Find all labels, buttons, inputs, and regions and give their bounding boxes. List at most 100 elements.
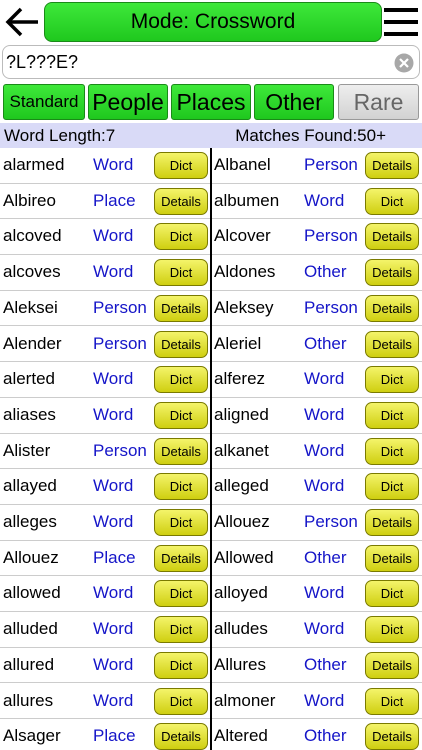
result-right-cell: Aleriel Other Details	[211, 327, 422, 362]
result-word: Allouez	[3, 547, 59, 567]
details-button[interactable]: Details	[365, 152, 419, 179]
dict-button[interactable]: Dict	[365, 580, 419, 608]
details-button[interactable]: Details	[154, 544, 208, 572]
result-right-cell: Altered Other Details	[211, 719, 422, 750]
dict-button[interactable]: Dict	[154, 616, 208, 644]
result-left-cell: Albireo Place Details	[0, 184, 211, 219]
details-button[interactable]: Details	[365, 651, 419, 679]
dict-button[interactable]: Dict	[154, 509, 208, 536]
dict-button[interactable]: Dict	[154, 366, 208, 394]
result-type: Person	[93, 333, 147, 353]
filter-places-button[interactable]: Places	[171, 84, 251, 120]
filter-other-button[interactable]: Other	[254, 84, 334, 120]
filter-people-button[interactable]: People	[88, 84, 168, 120]
result-right-cell: alleged Word Dict	[211, 469, 422, 504]
column-divider	[210, 148, 212, 750]
result-type: Word	[93, 262, 134, 282]
result-right-cell: Aleksey Person Details	[211, 291, 422, 326]
result-word: Allouez	[214, 512, 270, 531]
result-type: Person	[304, 512, 358, 531]
result-right-cell: Allowed Other Details	[211, 541, 422, 576]
details-button[interactable]: Details	[154, 294, 208, 322]
result-word: alleges	[3, 512, 57, 531]
result-type: Word	[304, 369, 345, 389]
dict-button[interactable]: Dict	[365, 401, 419, 429]
result-left-cell: Alsager Place Details	[0, 719, 211, 750]
details-button[interactable]: Details	[365, 294, 419, 322]
result-word: alkanet	[214, 440, 269, 460]
result-type: Word	[304, 404, 345, 424]
result-word: Aleriel	[214, 333, 262, 353]
details-button[interactable]: Details	[154, 437, 208, 465]
result-word: alferez	[214, 369, 266, 389]
result-word: alleged	[214, 476, 269, 496]
result-word: Aleksei	[3, 297, 58, 317]
details-button[interactable]: Details	[365, 223, 419, 251]
result-left-cell: alcoves Word Dict	[0, 255, 211, 290]
filter-bar: Standard People Places Other Rare	[0, 84, 422, 120]
result-type: Word	[93, 155, 134, 174]
result-type: Other	[304, 333, 347, 353]
result-type: Person	[93, 440, 147, 460]
dict-button[interactable]: Dict	[365, 473, 419, 501]
result-word: almoner	[214, 690, 276, 710]
hamburger-menu-icon[interactable]	[384, 6, 418, 38]
result-word: albumen	[214, 190, 280, 210]
details-button[interactable]: Details	[154, 187, 208, 215]
result-left-cell: Alender Person Details	[0, 327, 211, 362]
result-type: Word	[304, 690, 345, 710]
result-left-cell: alarmed Word Dict	[0, 148, 211, 183]
result-left-cell: Allouez Place Details	[0, 541, 211, 576]
top-bar: Mode: Crossword	[0, 0, 422, 44]
result-right-cell: Albanel Person Details	[211, 148, 422, 183]
filter-rare-button[interactable]: Rare	[338, 84, 419, 120]
dict-button[interactable]: Dict	[154, 473, 208, 501]
result-word: Alender	[3, 333, 62, 353]
details-button[interactable]: Details	[365, 259, 419, 287]
result-type: Person	[93, 297, 147, 317]
result-left-cell: alerted Word Dict	[0, 362, 211, 397]
dict-button[interactable]: Dict	[154, 687, 208, 715]
result-right-cell: albumen Word Dict	[211, 184, 422, 219]
result-word: Albanel	[214, 155, 271, 174]
result-word: Aleksey	[214, 297, 274, 317]
info-bar: Word Length:7 Matches Found:50+	[0, 123, 422, 148]
dict-button[interactable]: Dict	[365, 687, 419, 715]
result-word: Alcover	[214, 226, 271, 246]
result-word: alarmed	[3, 155, 65, 174]
details-button[interactable]: Details	[365, 330, 419, 358]
dict-button[interactable]: Dict	[154, 152, 208, 179]
result-word: aligned	[214, 404, 269, 424]
result-type: Place	[93, 547, 136, 567]
mode-button[interactable]: Mode: Crossword	[44, 2, 382, 42]
details-button[interactable]: Details	[154, 330, 208, 358]
dict-button[interactable]: Dict	[154, 223, 208, 251]
result-type: Word	[93, 476, 134, 496]
dict-button[interactable]: Dict	[154, 401, 208, 429]
dict-button[interactable]: Dict	[365, 616, 419, 644]
clear-search-icon[interactable]	[394, 53, 414, 73]
filter-standard-button[interactable]: Standard	[3, 84, 85, 120]
dict-button[interactable]: Dict	[154, 259, 208, 287]
dict-button[interactable]: Dict	[365, 366, 419, 394]
search-input[interactable]	[6, 48, 386, 76]
dict-button[interactable]: Dict	[154, 580, 208, 608]
result-type: Word	[93, 583, 134, 603]
result-type: Word	[304, 619, 345, 639]
result-word: allured	[3, 654, 55, 674]
result-type: Person	[304, 297, 358, 317]
back-arrow-icon[interactable]	[4, 6, 40, 38]
dict-button[interactable]: Dict	[365, 437, 419, 465]
details-button[interactable]: Details	[365, 509, 419, 536]
details-button[interactable]: Details	[365, 723, 419, 750]
dict-button[interactable]: Dict	[154, 651, 208, 679]
result-right-cell: alkanet Word Dict	[211, 434, 422, 469]
result-left-cell: alleges Word Dict	[0, 505, 211, 540]
details-button[interactable]: Details	[365, 544, 419, 572]
result-type: Word	[304, 190, 345, 210]
result-type: Place	[93, 190, 136, 210]
details-button[interactable]: Details	[154, 723, 208, 750]
dict-button[interactable]: Dict	[365, 187, 419, 215]
result-right-cell: Allures Other Details	[211, 648, 422, 683]
result-word: Allures	[214, 654, 266, 674]
